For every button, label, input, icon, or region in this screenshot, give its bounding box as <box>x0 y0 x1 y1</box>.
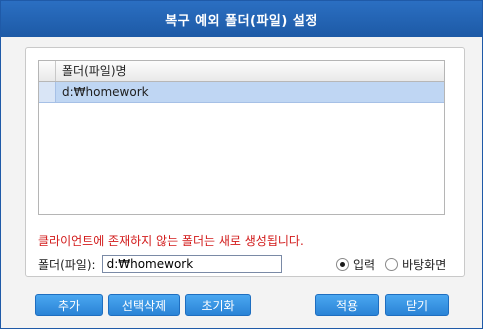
reset-button[interactable]: 초기화 <box>185 294 251 316</box>
table-row[interactable]: d:₩homework <box>39 82 444 103</box>
row-selector[interactable] <box>39 82 56 102</box>
list-header: 폴더(파일)명 <box>39 61 444 82</box>
close-button[interactable]: 닫기 <box>385 294 449 316</box>
add-button[interactable]: 추가 <box>35 294 103 316</box>
title-bar: 복구 예외 폴더(파일) 설정 <box>1 1 482 37</box>
path-field-label: 폴더(파일): <box>38 257 96 272</box>
radio-input-option[interactable]: 입력 <box>336 256 375 273</box>
row-cell-path: d:₩homework <box>62 85 149 99</box>
radio-desktop-option[interactable]: 바탕화면 <box>385 256 446 273</box>
dialog-window: 복구 예외 폴더(파일) 설정 폴더(파일)명 d:₩homework 클라이언… <box>0 0 483 329</box>
mode-radio-group: 입력 바탕화면 <box>336 256 456 273</box>
content-panel: 폴더(파일)명 d:₩homework 클라이언트에 존재하지 않는 폴더는 새… <box>25 47 465 277</box>
radio-desktop-button[interactable] <box>385 258 399 271</box>
list-header-spacer <box>39 61 56 81</box>
notice-text: 클라이언트에 존재하지 않는 폴더는 새로 생성됩니다. <box>38 234 304 248</box>
radio-input-button[interactable] <box>336 258 349 271</box>
delete-selected-button[interactable]: 선택삭제 <box>108 294 180 316</box>
path-input[interactable] <box>101 255 282 273</box>
radio-input-label: 입력 <box>353 258 376 272</box>
column-header-folder-name[interactable]: 폴더(파일)명 <box>56 61 444 81</box>
path-field-row: 폴더(파일): <box>38 253 282 275</box>
radio-desktop-label: 바탕화면 <box>402 258 447 272</box>
apply-button[interactable]: 적용 <box>315 294 379 316</box>
folder-list[interactable]: 폴더(파일)명 d:₩homework <box>38 60 445 215</box>
dialog-title: 복구 예외 폴더(파일) 설정 <box>165 13 318 29</box>
